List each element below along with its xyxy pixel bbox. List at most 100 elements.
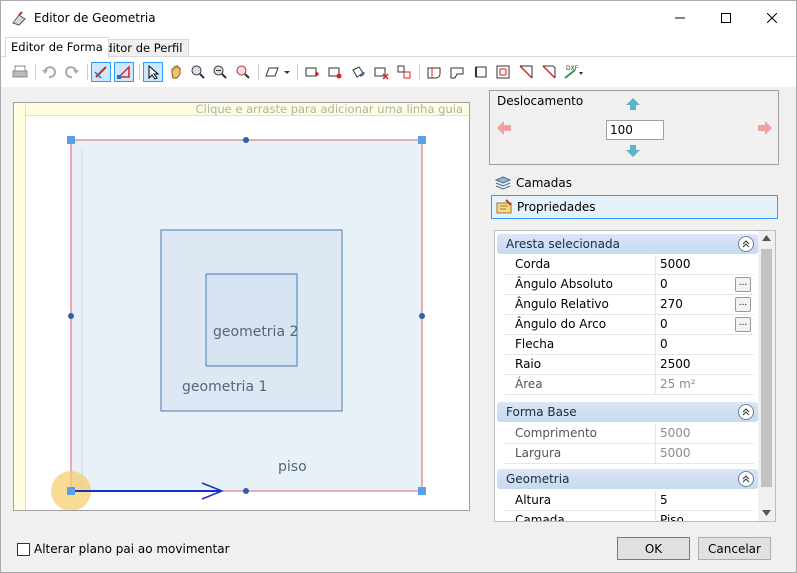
chamfer-button[interactable] [470,62,490,82]
chevron-up-icon [742,475,750,483]
property-row[interactable]: Ângulo Relativo 270... [505,295,754,315]
chevron-up-icon [742,240,750,248]
ellipsis-button[interactable]: ... [735,277,751,292]
geometry-drawing [51,136,426,510]
dxf-import-icon: DXF [564,65,583,79]
zoom-window-icon [213,65,227,79]
zoom-all-button[interactable] [233,62,253,82]
add-node-button[interactable] [302,62,322,82]
group-title: Aresta selecionada [506,237,620,251]
scroll-up-icon[interactable] [762,235,771,241]
maximize-button[interactable] [703,1,749,35]
property-row[interactable]: Ângulo Absoluto 0... [505,275,754,295]
shape-dropdown-icon [265,67,290,77]
arrow-up-icon[interactable] [625,97,641,111]
split-button[interactable] [394,62,414,82]
maximize-icon [721,13,731,23]
group-aresta-selecionada[interactable]: Aresta selecionada [497,234,758,254]
arrow-left-icon[interactable] [496,121,512,135]
print-icon [12,65,28,78]
arrow-down-icon[interactable] [625,144,641,158]
property-row[interactable]: Raio 2500 [505,355,754,375]
drawing-canvas[interactable]: Clique e arraste para adicionar uma linh… [13,102,470,511]
zoom-in-button[interactable] [188,62,208,82]
select-button[interactable] [143,62,163,82]
cancel-button[interactable]: Cancelar [698,537,771,560]
property-row[interactable]: Camada Piso [505,511,754,521]
move-node-button[interactable] [325,62,345,82]
geometry-editor-window: Editor de Geometria Editor de Forma Edit… [0,0,797,573]
arrow-right-icon[interactable] [757,121,773,135]
label-geometria-2: geometria 2 [213,324,299,340]
pan-button[interactable] [166,62,186,82]
zoom-all-icon [236,65,250,79]
vertex-handle[interactable] [418,136,426,144]
shape-dropdown-button[interactable] [263,62,293,82]
geometry-2[interactable] [205,273,298,367]
trim-button[interactable] [539,62,559,82]
split-icon [397,65,411,79]
collapse-button[interactable] [738,471,754,487]
midpoint-handle[interactable] [68,313,74,319]
midpoint-handle[interactable] [419,313,425,319]
redo-icon [65,66,79,79]
arc-button[interactable] [424,62,444,82]
undo-button[interactable] [39,62,59,82]
ellipsis-button[interactable]: ... [735,297,751,312]
group-forma-base[interactable]: Forma Base [497,402,758,422]
section-camadas[interactable]: Camadas [491,171,778,195]
chevron-up-icon [742,408,750,416]
rotate-button[interactable] [348,62,368,82]
tab-editor-forma[interactable]: Editor de Forma [5,37,109,58]
minimize-button[interactable] [657,1,703,35]
scroll-thumb[interactable] [761,249,772,487]
undo-icon [42,66,56,79]
delete-node-button[interactable] [371,62,391,82]
ok-button[interactable]: OK [617,537,690,560]
edit-node-button[interactable] [114,62,134,82]
deslocamento-input[interactable] [606,120,664,140]
trim-icon [542,65,556,79]
window-title: Editor de Geometria [34,11,156,25]
vertex-handle[interactable] [67,136,75,144]
tab-strip: Editor de Forma Editor de Perfil [1,35,796,58]
minimize-icon [675,17,685,19]
delete-node-icon [374,67,389,80]
collapse-button[interactable] [738,404,754,420]
dxf-import-button[interactable]: DXF [562,62,586,82]
offset-icon [496,65,510,79]
fillet-button[interactable] [447,62,467,82]
property-row[interactable]: Altura 5 [505,491,754,511]
label-geometria-1: geometria 1 [182,379,268,395]
redo-button[interactable] [62,62,82,82]
deslocamento-label: Deslocamento [497,94,584,108]
zoom-window-button[interactable] [210,62,230,82]
edit-edge-button[interactable] [91,62,111,82]
group-geometria[interactable]: Geometria [497,469,758,489]
alterar-plano-checkbox[interactable]: Alterar plano pai ao movimentar [17,542,230,556]
property-row[interactable]: Flecha 0 [505,335,754,355]
vertex-handle[interactable] [67,487,75,495]
property-row[interactable]: Ângulo do Arco 0... [505,315,754,335]
mirror-button[interactable] [516,62,536,82]
close-button[interactable] [749,1,795,35]
group-title: Geometria [506,472,570,486]
property-grid: Aresta selecionada Corda 5000 Ângulo Abso… [494,230,776,522]
checkbox-label: Alterar plano pai ao movimentar [34,542,230,556]
scroll-down-icon[interactable] [762,510,771,516]
deslocamento-panel: Deslocamento [489,90,779,165]
checkbox-box[interactable] [17,542,30,556]
property-row[interactable]: Corda 5000 [505,255,754,275]
collapse-button[interactable] [738,236,754,252]
property-scrollbar[interactable] [758,231,775,521]
offset-button[interactable] [493,62,513,82]
midpoint-handle[interactable] [243,488,249,494]
property-row: Largura 5000 [505,444,754,464]
arc-icon [427,67,441,79]
ellipsis-button[interactable]: ... [735,317,751,332]
print-button[interactable] [10,62,30,82]
app-icon [12,11,26,26]
midpoint-handle[interactable] [243,137,249,143]
section-propriedades[interactable]: Propriedades [491,195,778,219]
vertex-handle[interactable] [418,487,426,495]
